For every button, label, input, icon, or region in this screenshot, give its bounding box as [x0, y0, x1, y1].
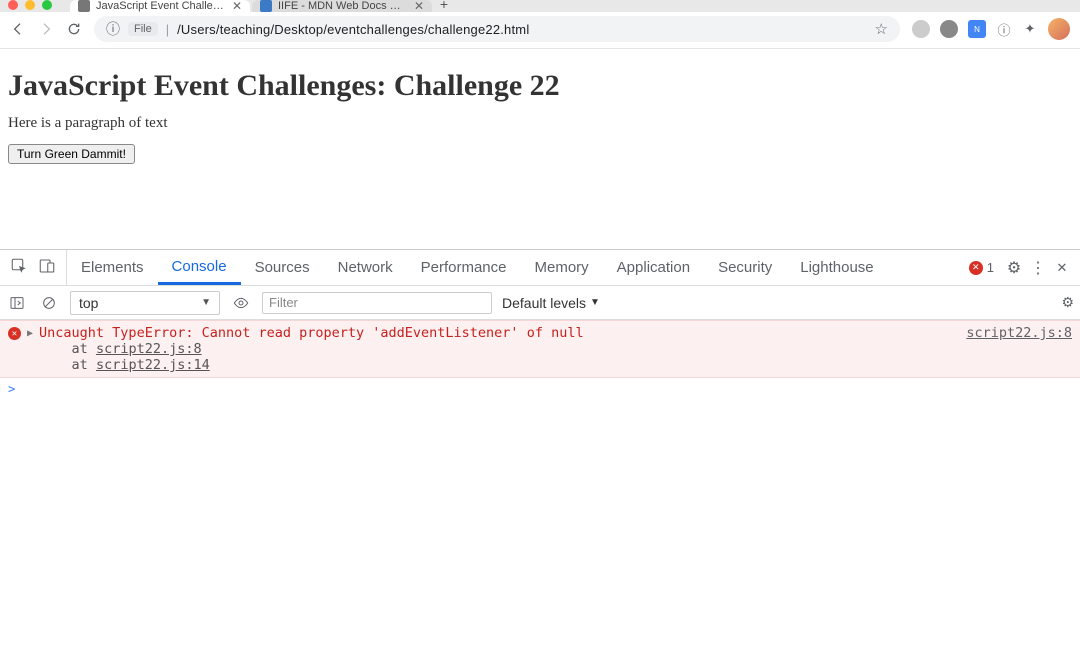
minimize-window-button[interactable] — [25, 0, 35, 10]
back-button[interactable] — [10, 21, 26, 37]
console-sidebar-toggle-icon[interactable] — [6, 292, 28, 314]
page-title: JavaScript Event Challenges: Challenge 2… — [8, 69, 1072, 103]
devtools-tab-lighthouse[interactable]: Lighthouse — [786, 250, 887, 285]
stack-link[interactable]: script22.js:8 — [96, 341, 202, 357]
browser-tab-active[interactable]: JavaScript Event Challenges: C ✕ — [70, 0, 250, 12]
browser-tab[interactable]: IIFE - MDN Web Docs Glossar ✕ — [252, 0, 432, 12]
close-tab-icon[interactable]: ✕ — [414, 0, 424, 12]
error-message: Uncaught TypeError: Cannot read property… — [39, 325, 960, 373]
log-levels-select[interactable]: Default levels ▼ — [502, 295, 600, 311]
error-text: Uncaught TypeError: Cannot read property… — [39, 325, 584, 341]
devtools-tab-application[interactable]: Application — [603, 250, 704, 285]
devtools-tab-elements[interactable]: Elements — [67, 250, 158, 285]
error-count-value: 1 — [987, 260, 994, 275]
chevron-down-icon: ▼ — [201, 297, 211, 308]
console-settings-icon[interactable]: ⚙ — [1061, 294, 1074, 311]
console-filter-input[interactable] — [262, 292, 492, 314]
extension-icon[interactable] — [940, 20, 958, 38]
reload-button[interactable] — [66, 21, 82, 37]
console-prompt[interactable]: > — [0, 378, 1080, 400]
forward-button[interactable] — [38, 21, 54, 37]
close-tab-icon[interactable]: ✕ — [232, 0, 242, 12]
error-dot-icon: ✕ — [969, 261, 983, 275]
devtools-close-icon[interactable]: ✕ — [1050, 256, 1074, 280]
chevron-down-icon: ▼ — [590, 297, 600, 308]
turn-green-button[interactable]: Turn Green Dammit! — [8, 144, 135, 164]
devtools-tab-network[interactable]: Network — [324, 250, 407, 285]
browser-toolbar: ⓘ File | /Users/teaching/Desktop/eventch… — [0, 12, 1080, 49]
devtools-tab-memory[interactable]: Memory — [521, 250, 603, 285]
live-expression-icon[interactable] — [230, 292, 252, 314]
page-body: JavaScript Event Challenges: Challenge 2… — [0, 49, 1080, 249]
extension-icon[interactable] — [912, 20, 930, 38]
log-levels-label: Default levels — [502, 295, 586, 311]
devtools-tab-security[interactable]: Security — [704, 250, 786, 285]
inspect-element-icon[interactable] — [10, 257, 28, 279]
extension-icon[interactable]: ⓘ — [996, 21, 1012, 37]
console-toolbar: top ▼ Default levels ▼ ⚙ — [0, 286, 1080, 320]
devtools-settings-icon[interactable]: ⚙ — [1002, 256, 1026, 280]
extensions-puzzle-icon[interactable]: ✦ — [1022, 21, 1038, 37]
execution-context-value: top — [79, 295, 98, 311]
extension-icon[interactable]: N — [968, 20, 986, 38]
site-info-icon[interactable]: ⓘ — [106, 19, 120, 39]
page-paragraph: Here is a paragraph of text — [8, 115, 1072, 132]
error-count-badge[interactable]: ✕ 1 — [969, 260, 994, 275]
prompt-chevron-icon: > — [8, 382, 15, 396]
devtools-panel: Elements Console Sources Network Perform… — [0, 249, 1080, 639]
bookmark-star-icon[interactable]: ☆ — [875, 20, 888, 38]
execution-context-select[interactable]: top ▼ — [70, 291, 220, 315]
devtools-tab-sources[interactable]: Sources — [241, 250, 324, 285]
device-toolbar-icon[interactable] — [38, 257, 56, 279]
toolbar-right-icons: N ⓘ ✦ — [912, 18, 1070, 40]
console-error-row: ✕ ▶ Uncaught TypeError: Cannot read prop… — [0, 320, 1080, 378]
error-icon: ✕ — [8, 327, 21, 340]
disclosure-triangle-icon[interactable]: ▶ — [27, 328, 33, 339]
console-output: ✕ ▶ Uncaught TypeError: Cannot read prop… — [0, 320, 1080, 639]
profile-avatar[interactable] — [1048, 18, 1070, 40]
favicon-icon — [78, 0, 90, 12]
close-window-button[interactable] — [8, 0, 18, 10]
devtools-tab-console[interactable]: Console — [158, 250, 241, 285]
error-source-link[interactable]: script22.js:8 — [966, 325, 1072, 341]
favicon-icon — [260, 0, 272, 12]
tab-title: JavaScript Event Challenges: C — [96, 0, 226, 12]
url-path: /Users/teaching/Desktop/eventchallenges/… — [177, 22, 529, 37]
browser-chrome: JavaScript Event Challenges: C ✕ IIFE - … — [0, 0, 1080, 49]
address-bar[interactable]: ⓘ File | /Users/teaching/Desktop/eventch… — [94, 16, 900, 42]
devtools-tabbar: Elements Console Sources Network Perform… — [0, 250, 1080, 286]
clear-console-icon[interactable] — [38, 292, 60, 314]
url-scheme: File — [128, 22, 158, 36]
devtools-tab-performance[interactable]: Performance — [407, 250, 521, 285]
tab-title: IIFE - MDN Web Docs Glossar — [278, 0, 408, 12]
tab-strip: JavaScript Event Challenges: C ✕ IIFE - … — [0, 0, 1080, 12]
maximize-window-button[interactable] — [42, 0, 52, 10]
new-tab-button[interactable]: + — [434, 0, 454, 12]
window-controls — [8, 0, 52, 10]
stack-link[interactable]: script22.js:14 — [96, 357, 210, 373]
devtools-menu-icon[interactable]: ⋮ — [1026, 256, 1050, 280]
